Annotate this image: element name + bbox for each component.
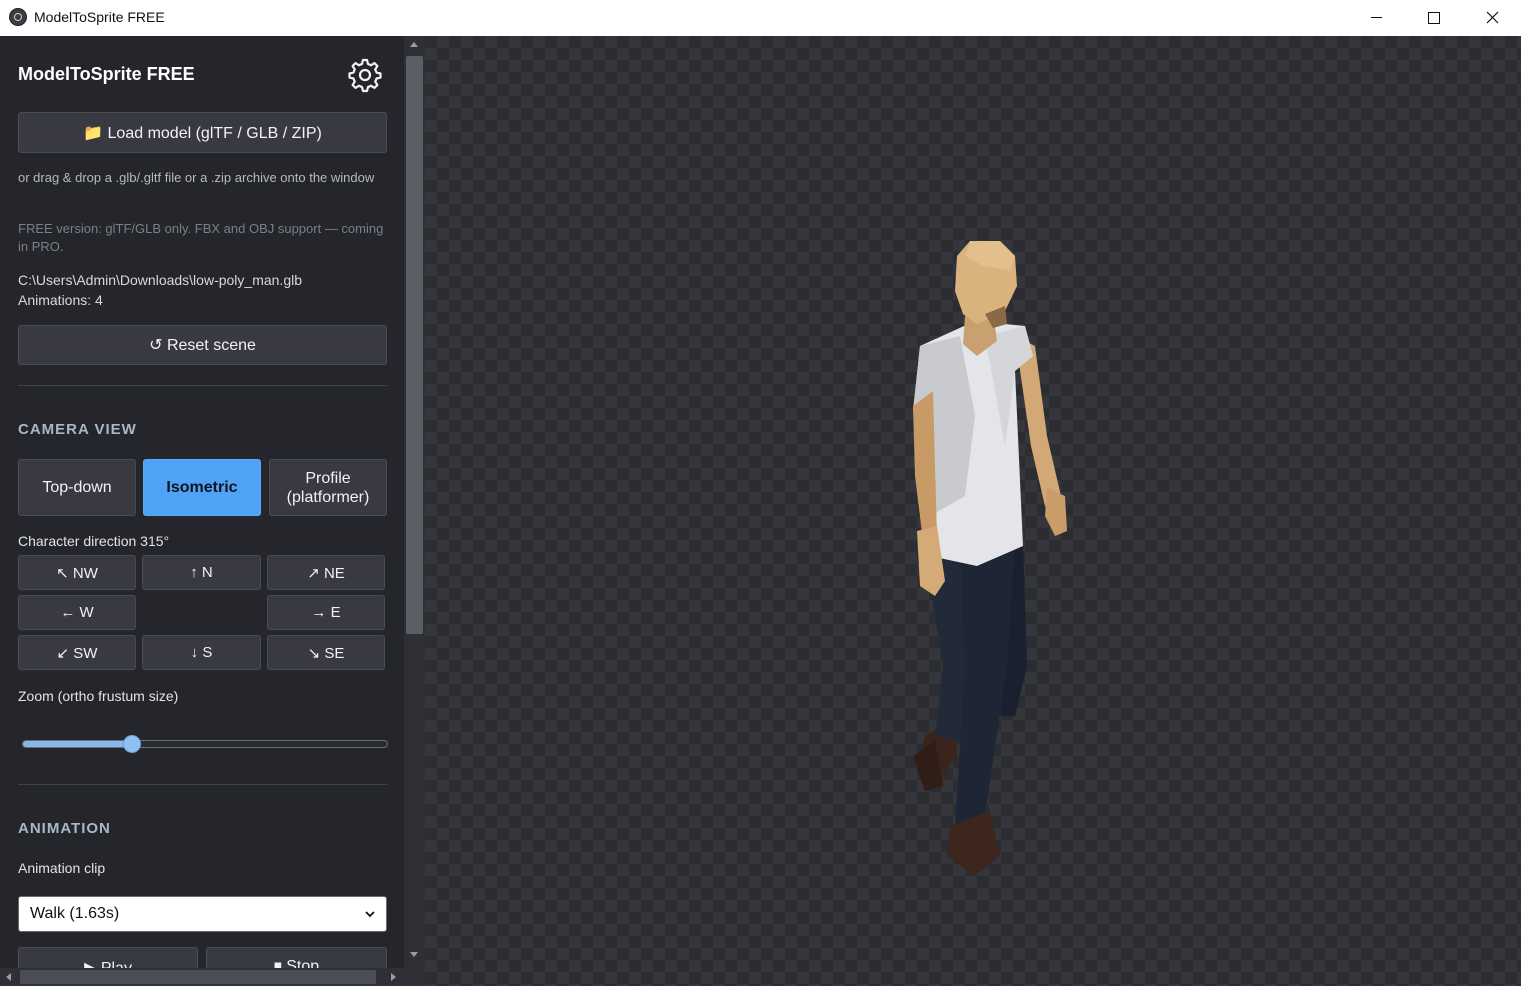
sidebar-vertical-scrollbar[interactable]	[404, 36, 425, 968]
direction-label: Character direction 315°	[18, 533, 170, 549]
gear-icon[interactable]	[347, 57, 383, 93]
file-path: C:\Users\Admin\Downloads\low-poly_man.gl…	[18, 272, 303, 288]
view-isometric-button[interactable]: Isometric	[143, 459, 261, 516]
animations-count: Animations: 4	[18, 292, 103, 308]
scroll-down-arrow-icon[interactable]	[410, 952, 418, 957]
view-profile-button[interactable]: Profile (platformer)	[269, 459, 387, 516]
maximize-icon	[1428, 11, 1440, 24]
direction-n-button[interactable]: ↑ N	[142, 555, 261, 590]
direction-sw-button[interactable]: ↙ SW	[18, 635, 136, 670]
sidebar-horizontal-scrollbar[interactable]	[0, 968, 404, 986]
stop-button[interactable]: ⏹ Stop	[206, 947, 387, 968]
window-title: ModelToSprite FREE	[34, 9, 165, 25]
scroll-up-arrow-icon[interactable]	[410, 42, 418, 47]
direction-w-button[interactable]: ← W	[18, 595, 136, 630]
sidebar: ModelToSprite FREE 📁 Load model (glTF / …	[0, 36, 404, 968]
title-bar: ModelToSprite FREE	[0, 0, 1521, 37]
play-button[interactable]: ▶ Play	[18, 947, 198, 968]
scrollbar-corner	[404, 968, 425, 986]
scroll-thumb[interactable]	[406, 56, 423, 634]
free-version-note: FREE version: glTF/GLB only. FBX and OBJ…	[18, 221, 384, 254]
direction-e-button[interactable]: → E	[267, 595, 385, 630]
maximize-button[interactable]	[1405, 0, 1463, 35]
zoom-slider-fill	[23, 741, 133, 747]
direction-ne-button[interactable]: ↗ NE	[267, 555, 385, 590]
direction-se-button[interactable]: ↘ SE	[267, 635, 385, 670]
animation-clip-value: Walk (1.63s)	[30, 905, 120, 922]
app-logo-icon	[9, 8, 27, 26]
divider	[18, 385, 387, 386]
zoom-label: Zoom (ortho frustum size)	[18, 688, 179, 704]
animation-clip-label: Animation clip	[18, 860, 106, 876]
scroll-thumb[interactable]	[20, 970, 376, 984]
app-brand: ModelToSprite FREE	[18, 64, 195, 84]
close-button[interactable]	[1463, 0, 1521, 35]
scroll-right-arrow-icon[interactable]	[391, 973, 396, 981]
view-topdown-button[interactable]: Top-down	[18, 459, 136, 516]
drop-hint: or drag & drop a .glb/.gltf file or a .z…	[18, 170, 375, 185]
reset-scene-button[interactable]: ↺ Reset scene	[18, 325, 387, 365]
zoom-slider[interactable]	[22, 735, 388, 753]
minimize-button[interactable]	[1347, 0, 1405, 35]
load-model-button[interactable]: 📁 Load model (glTF / GLB / ZIP)	[18, 112, 387, 153]
profile-label-line2: (platformer)	[286, 488, 370, 506]
chevron-down-icon	[365, 911, 375, 918]
3d-viewport[interactable]	[425, 36, 1521, 986]
camera-view-heading: CAMERA VIEW	[18, 421, 137, 438]
direction-s-button[interactable]: ↓ S	[142, 635, 261, 670]
animation-clip-select[interactable]: Walk (1.63s)	[18, 896, 387, 932]
profile-label-line1: Profile	[305, 469, 351, 487]
minimize-icon	[1370, 17, 1382, 18]
divider	[18, 784, 387, 785]
animation-heading: ANIMATION	[18, 820, 111, 837]
direction-nw-button[interactable]: ↖ NW	[18, 555, 136, 590]
close-icon	[1486, 11, 1498, 24]
character-model	[913, 241, 1067, 876]
scroll-left-arrow-icon[interactable]	[6, 973, 11, 981]
zoom-slider-handle[interactable]	[123, 735, 142, 753]
